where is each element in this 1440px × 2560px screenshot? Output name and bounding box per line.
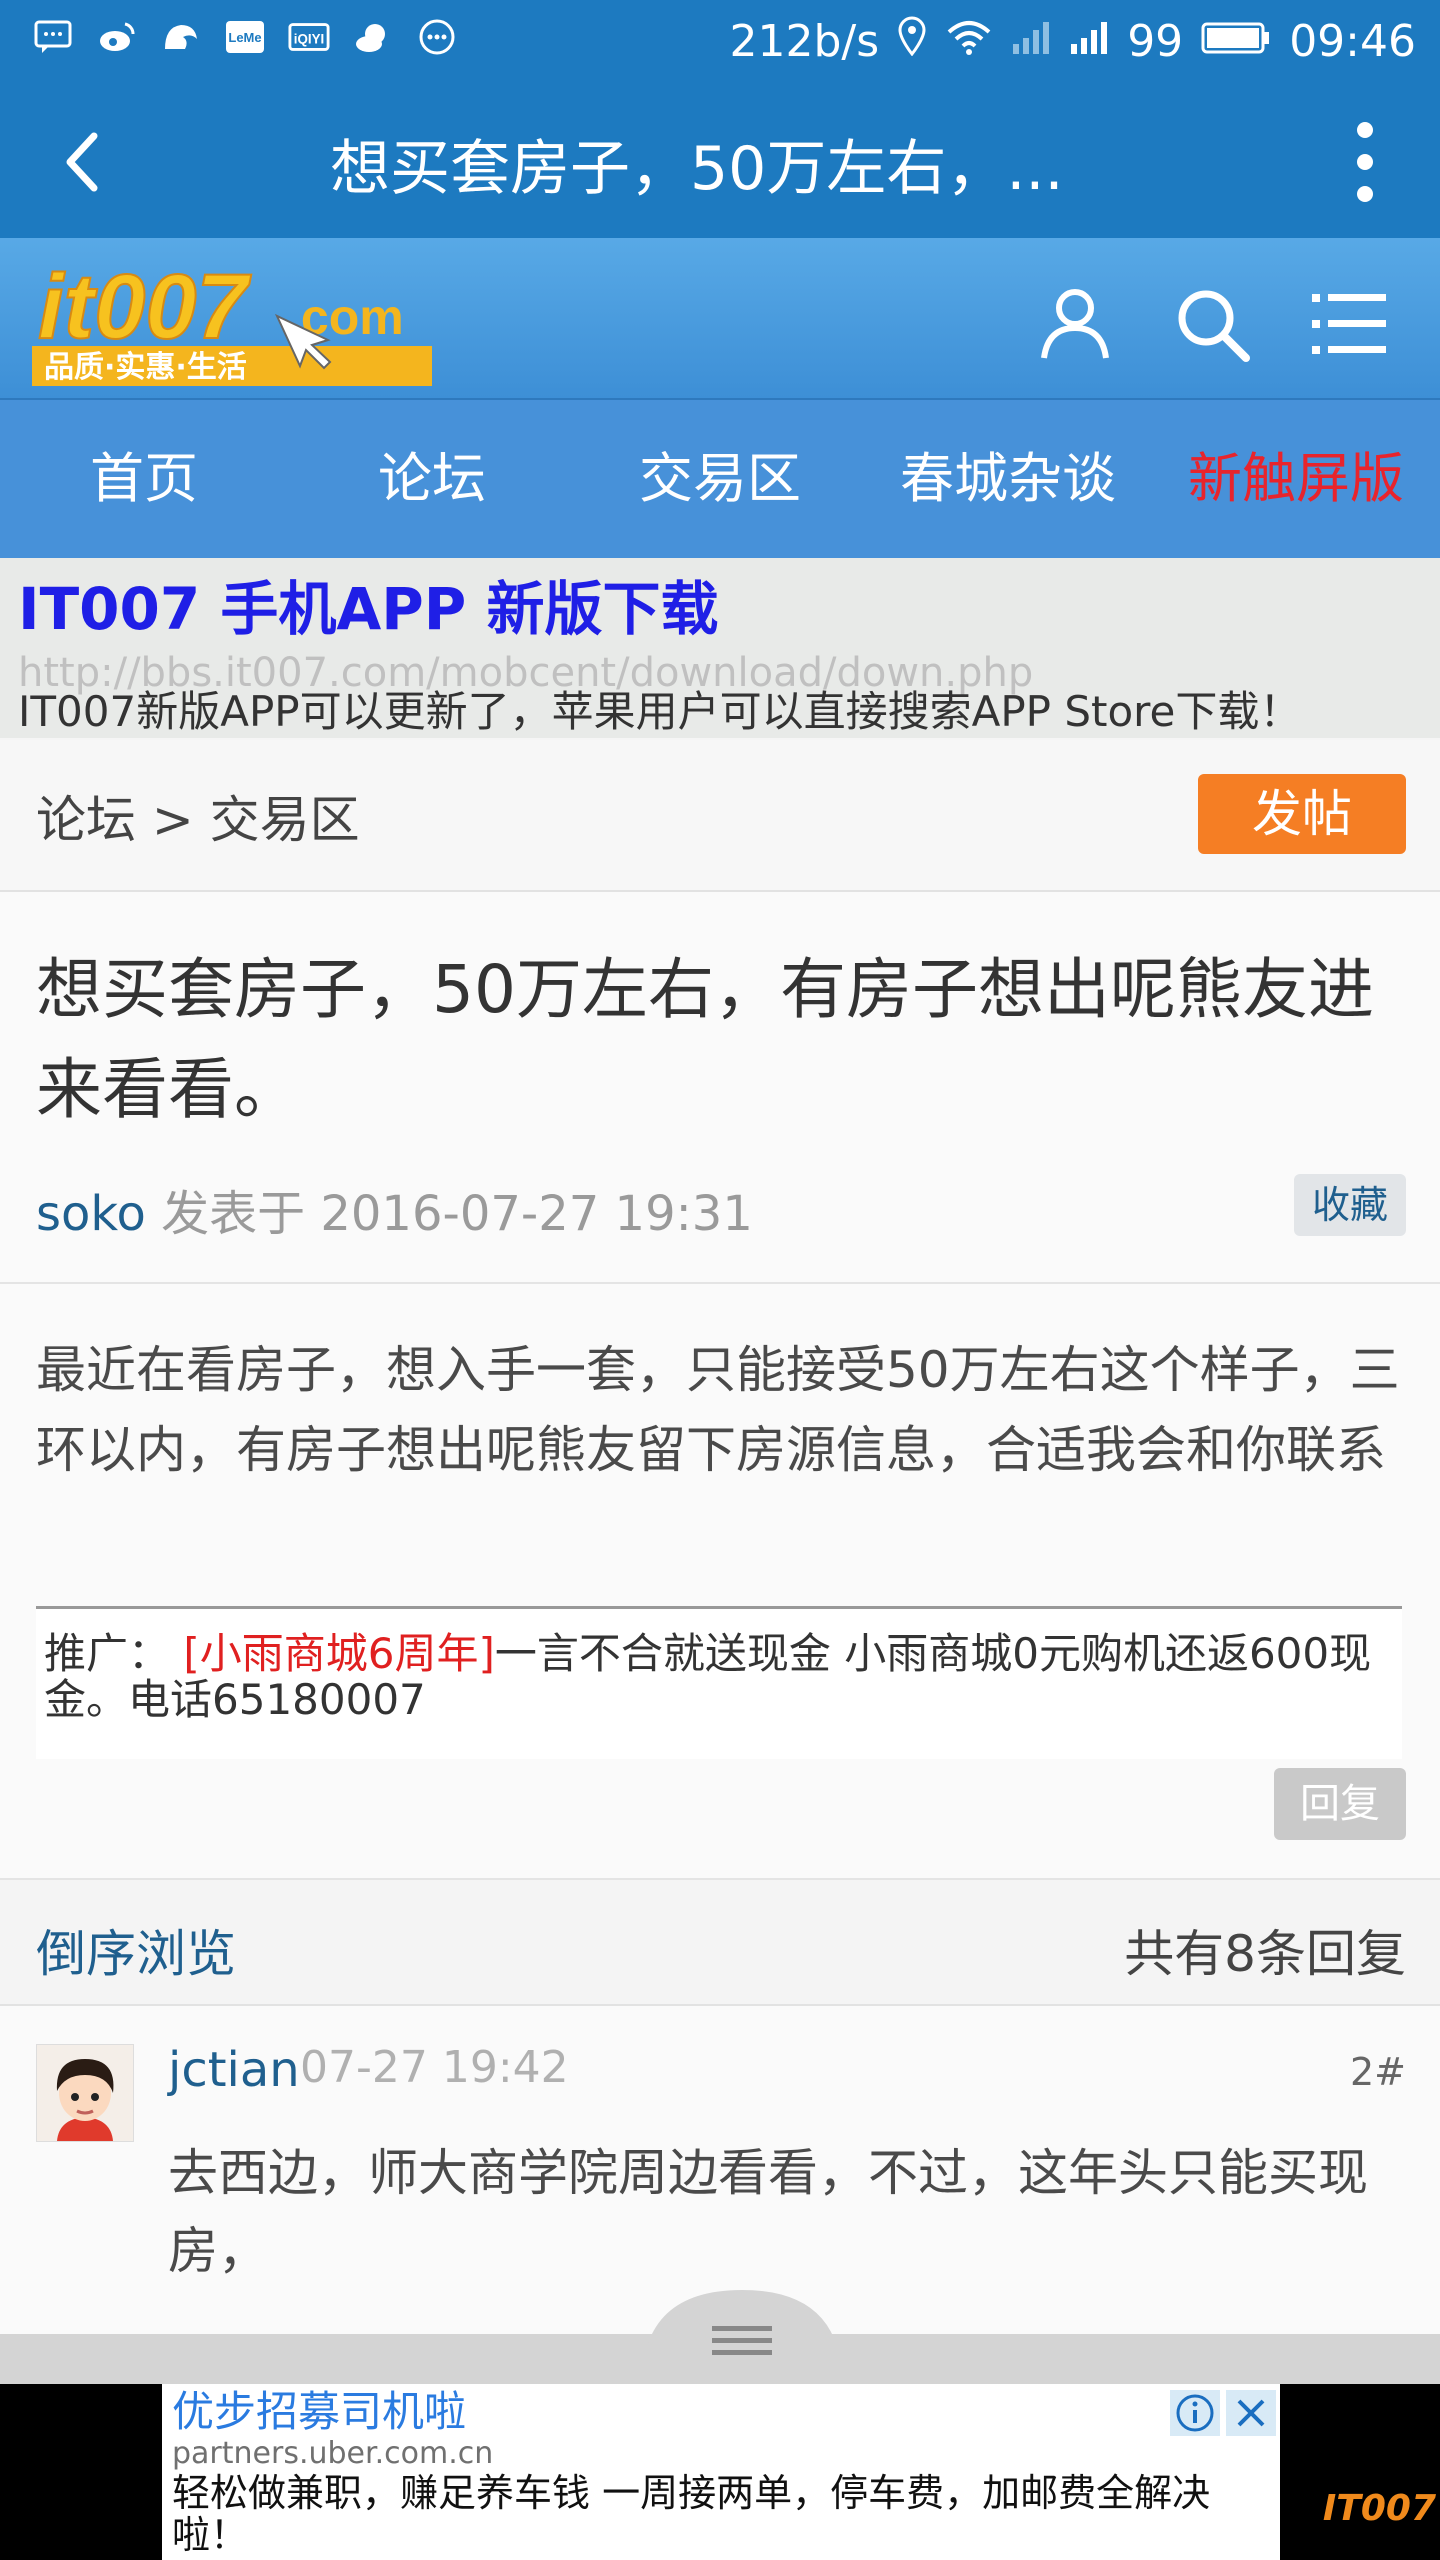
nav-item-trade[interactable]: 交易区 bbox=[576, 400, 864, 558]
app-bar: 想买套房子，50万左右，... bbox=[0, 86, 1440, 238]
reply-author[interactable]: jctian bbox=[168, 2042, 300, 2098]
nav-item-home[interactable]: 首页 bbox=[0, 400, 288, 558]
avatar[interactable] bbox=[36, 2044, 134, 2142]
leme-icon: LeMe bbox=[224, 16, 266, 58]
promo-text: 推广： [小雨商城6周年]一言不合就送现金 小雨商城0元购机还返600现金。电话… bbox=[44, 1631, 1404, 1723]
status-bar: LeMe iQIYI 212b/s 99 09:46 bbox=[0, 0, 1440, 86]
nav-item-forum[interactable]: 论坛 bbox=[288, 400, 576, 558]
ad-box[interactable]: 优步招募司机啦 partners.uber.com.cn 轻松做兼职，赚足养车钱… bbox=[162, 2384, 1280, 2560]
ad-title[interactable]: 优步招募司机啦 bbox=[172, 2378, 466, 2439]
reply-content: 去西边，师大商学院周边看看，不过，这年头只能买现房， bbox=[168, 2144, 1368, 2280]
thread-date: 发表于 2016-07-27 19:31 bbox=[145, 1186, 753, 1242]
breadcrumb[interactable]: 论坛 > 交易区 bbox=[36, 780, 360, 852]
menu-handle-icon[interactable] bbox=[642, 2290, 842, 2384]
thread-body: 最近在看房子，想入手一套，只能接受50万左右这个样子，三环以内，有房子想出呢熊友… bbox=[0, 1284, 1440, 1880]
ad-description: 轻松做兼职，赚足养车钱 一周接两单，停车费，加邮费全解决啦！ bbox=[172, 2471, 1211, 2557]
logo-wordmark: it007 bbox=[38, 256, 252, 358]
reply-time: 07-27 19:42 bbox=[300, 2042, 569, 2093]
reverse-sort-link[interactable]: 倒序浏览 bbox=[36, 1914, 236, 1986]
signal-weak-icon bbox=[1011, 16, 1051, 67]
favorite-button[interactable]: 收藏 bbox=[1294, 1174, 1406, 1236]
reply-item: jctian 07-27 19:42 2# 去西边，师大商学院周边看看，不过，这… bbox=[0, 2006, 1440, 2336]
message-icon bbox=[32, 16, 74, 58]
uc-browser-icon bbox=[160, 16, 202, 58]
svg-text:iQIYI: iQIYI bbox=[294, 32, 324, 47]
location-icon bbox=[897, 16, 927, 67]
nav-item-talk[interactable]: 春城杂谈 bbox=[864, 400, 1152, 558]
page-title: 想买套房子，50万左右，... bbox=[330, 134, 1064, 204]
thread-title: 想买套房子，50万左右，有房子想出呢熊友进来看看。 bbox=[36, 951, 1374, 1128]
ad-info-icon[interactable] bbox=[1170, 2390, 1220, 2436]
battery-level: 99 bbox=[1127, 16, 1184, 67]
site-logo[interactable]: it007 .com 品质·实惠·生活 bbox=[32, 246, 442, 391]
back-icon[interactable] bbox=[48, 122, 128, 202]
user-icon[interactable] bbox=[1030, 280, 1120, 370]
promo-box[interactable]: 推广： [小雨商城6周年]一言不合就送现金 小雨商城0元购机还返600现金。电话… bbox=[36, 1606, 1402, 1759]
promo-tag-link[interactable]: [小雨商城6周年] bbox=[183, 1629, 495, 1678]
list-menu-icon[interactable] bbox=[1304, 280, 1394, 370]
reply-floor: 2# bbox=[1349, 2050, 1406, 2094]
more-notifications-icon bbox=[416, 16, 458, 58]
thread-meta: soko 发表于 2016-07-27 19:31 bbox=[36, 1174, 753, 1244]
new-post-button[interactable]: 发帖 bbox=[1198, 774, 1406, 854]
signal-icon bbox=[1069, 16, 1109, 67]
battery-icon bbox=[1201, 16, 1271, 67]
clock: 09:46 bbox=[1289, 16, 1416, 67]
system-indicators: 212b/s 99 09:46 bbox=[730, 16, 1416, 67]
ad-domain: partners.uber.com.cn bbox=[172, 2436, 494, 2471]
app-download-banner[interactable]: IT007 手机APP 新版下载 http://bbs.it007.com/mo… bbox=[0, 558, 1440, 738]
reply-button[interactable]: 回复 bbox=[1274, 1768, 1406, 1840]
thread-author[interactable]: soko bbox=[36, 1186, 146, 1242]
ad-close-icon[interactable] bbox=[1226, 2390, 1276, 2436]
wifi-icon bbox=[945, 16, 993, 67]
banner-title[interactable]: IT007 手机APP 新版下载 bbox=[18, 562, 719, 646]
nav-item-touch-version[interactable]: 新触屏版 bbox=[1152, 400, 1440, 558]
network-speed: 212b/s bbox=[729, 16, 880, 67]
breadcrumb-bar: 论坛 > 交易区 发帖 bbox=[0, 740, 1440, 892]
notification-icons: LeMe iQIYI bbox=[32, 16, 458, 58]
svg-text:LeMe: LeMe bbox=[228, 30, 261, 45]
search-icon[interactable] bbox=[1168, 280, 1258, 370]
thread-content: 最近在看房子，想入手一套，只能接受50万左右这个样子，三环以内，有房子想出呢熊友… bbox=[36, 1341, 1400, 1479]
logo-slogan: 品质·实惠·生活 bbox=[44, 350, 247, 385]
iqiyi-icon: iQIYI bbox=[288, 16, 330, 58]
overflow-menu-icon[interactable] bbox=[1340, 112, 1390, 212]
banner-description: IT007新版APP可以更新了，苹果用户可以直接搜索APP Store下载！ bbox=[18, 687, 1302, 736]
promo-prefix: 推广： bbox=[44, 1629, 171, 1678]
thread-header: 想买套房子，50万左右，有房子想出呢熊友进来看看。 soko 发表于 2016-… bbox=[0, 892, 1440, 1284]
watermark: IT007 bbox=[1322, 2488, 1436, 2529]
weather-icon bbox=[352, 16, 394, 58]
replies-bar: 倒序浏览 共有8条回复 bbox=[0, 1880, 1440, 2006]
main-nav: 首页 论坛 交易区 春城杂谈 新触屏版 bbox=[0, 400, 1440, 558]
reply-count: 共有8条回复 bbox=[1124, 1925, 1406, 1983]
weibo-icon bbox=[96, 16, 138, 58]
ad-bar: 优步招募司机啦 partners.uber.com.cn 轻松做兼职，赚足养车钱… bbox=[0, 2384, 1440, 2560]
